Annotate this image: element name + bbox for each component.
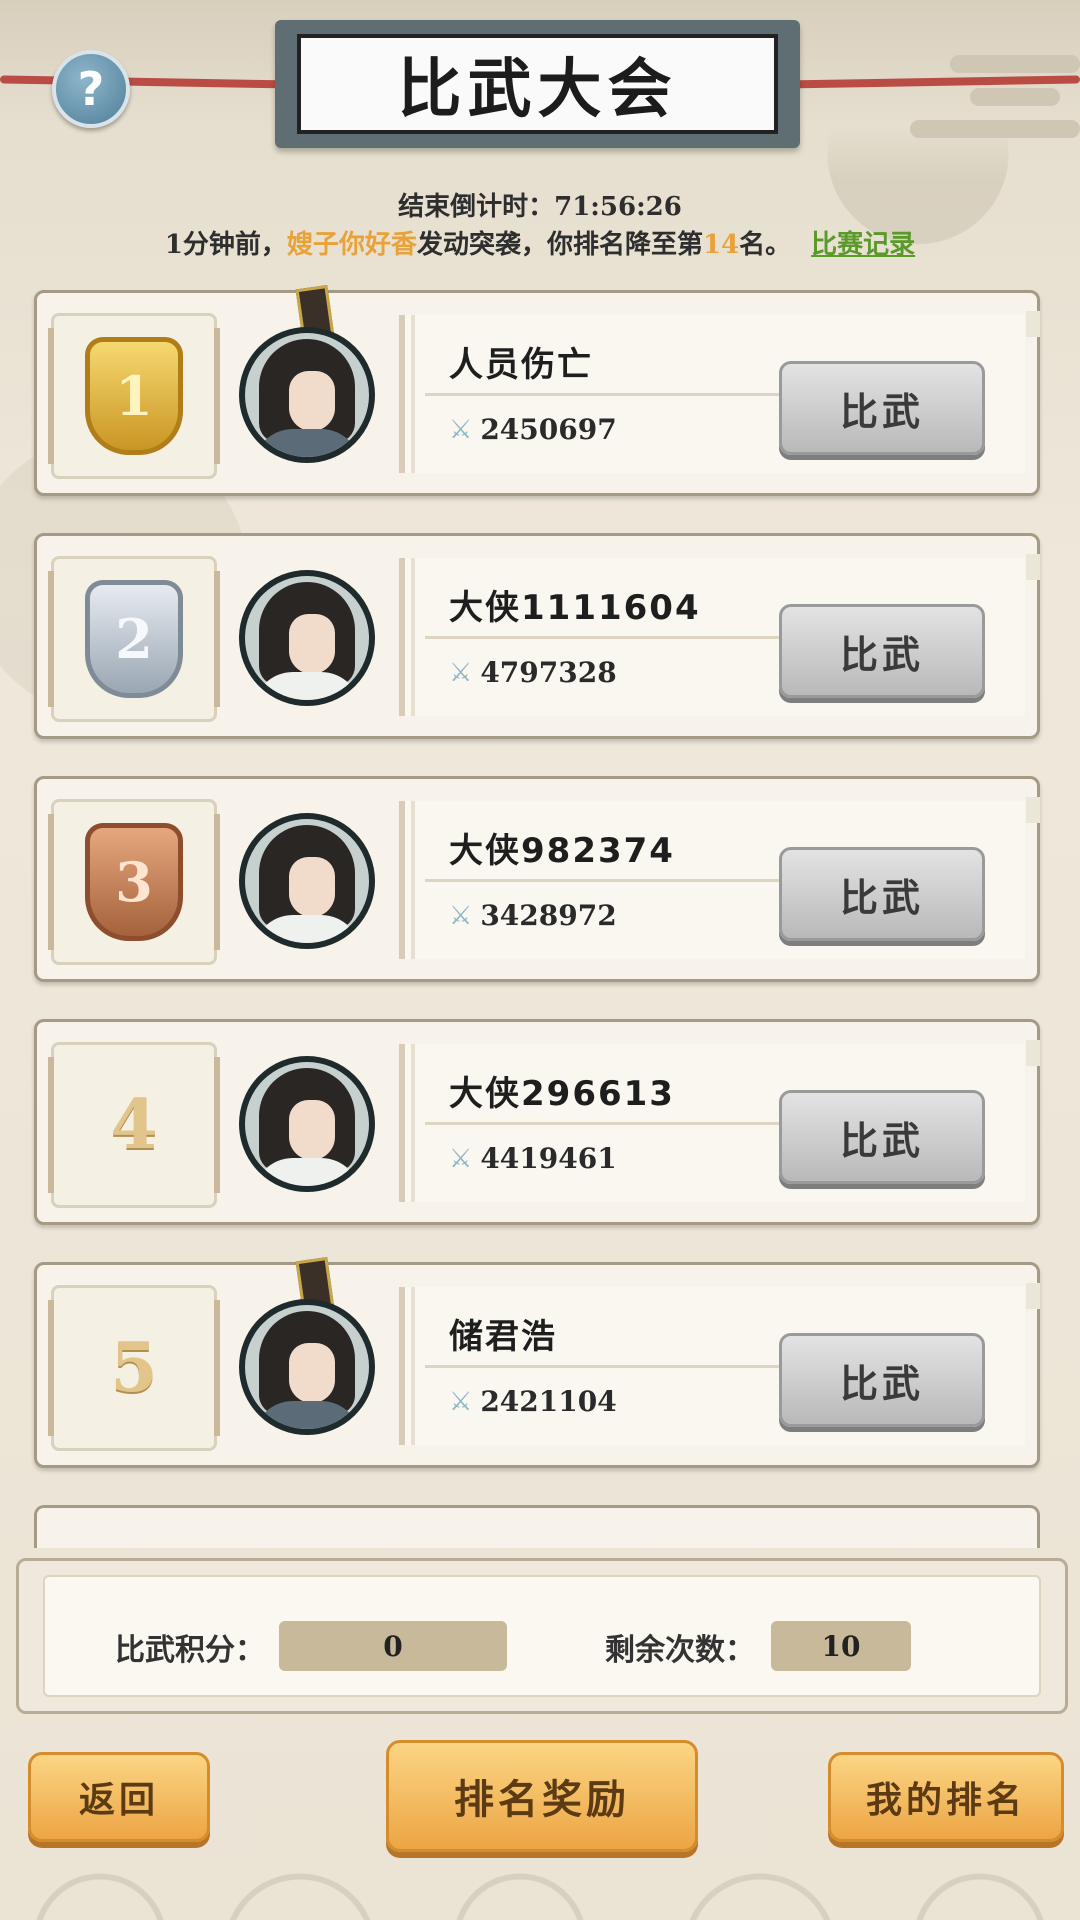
countdown-label: 结束倒计时： xyxy=(398,192,555,222)
challenge-button[interactable]: 比武 xyxy=(779,604,985,698)
divider xyxy=(425,1365,785,1368)
rank-number: 4 xyxy=(110,1085,158,1165)
power-row: ⚔ 4419461 xyxy=(449,1142,617,1175)
cloud-decoration xyxy=(910,120,1080,138)
ranking-card-3: 3 大侠982374 ⚔ 3428972 比武 xyxy=(34,776,1040,982)
rank-number: 5 xyxy=(110,1328,158,1408)
title-plaque: 比武大会 xyxy=(275,20,800,148)
power-row: ⚔ 4797328 xyxy=(449,656,617,689)
crossed-swords-icon: ⚔ xyxy=(449,1143,473,1174)
points-value: 0 xyxy=(279,1621,507,1671)
player-info: 大侠982374 ⚔ 3428972 比武 xyxy=(399,801,1025,959)
score-panel: 比武积分： 0 剩余次数： 10 xyxy=(16,1558,1068,1714)
rank-badge-box: 1 xyxy=(48,313,220,479)
card-notch xyxy=(1026,797,1040,823)
divider xyxy=(425,1122,785,1125)
player-info: 储君浩 ⚔ 2421104 比武 xyxy=(399,1287,1025,1445)
power-value: 4797328 xyxy=(480,656,617,689)
card-notch xyxy=(1026,1283,1040,1309)
ranking-card-4: 4 大侠296613 ⚔ 4419461 比武 xyxy=(34,1019,1040,1225)
avatar[interactable] xyxy=(239,570,375,706)
avatar[interactable] xyxy=(239,327,375,463)
bronze-medal-icon: 3 xyxy=(85,823,183,941)
power-value: 2450697 xyxy=(480,413,617,446)
crossed-swords-icon: ⚔ xyxy=(449,414,473,445)
divider xyxy=(425,636,785,639)
countdown-value: 71:56:26 xyxy=(554,192,682,222)
points-label: 比武积分： xyxy=(115,1633,265,1668)
card-notch xyxy=(1026,1040,1040,1066)
crossed-swords-icon: ⚔ xyxy=(449,657,473,688)
challenge-button[interactable]: 比武 xyxy=(779,1090,985,1184)
ranking-card-partial xyxy=(34,1505,1040,1548)
power-row: ⚔ 3428972 xyxy=(449,899,617,932)
crossed-swords-icon: ⚔ xyxy=(449,900,473,931)
my-ranking-button[interactable]: 我的排名 xyxy=(828,1752,1064,1842)
news-time: 1分钟前， xyxy=(164,230,287,260)
player-info: 人员伤亡 ⚔ 2450697 比武 xyxy=(399,315,1025,473)
news-attacker: 嫂子你好香 xyxy=(286,230,417,260)
avatar[interactable] xyxy=(239,1056,375,1192)
remaining-label: 剩余次数： xyxy=(605,1633,755,1668)
countdown: 结束倒计时：71:56:26 xyxy=(0,186,1080,223)
ranking-card-2: 2 大侠1111604 ⚔ 4797328 比武 xyxy=(34,533,1040,739)
card-notch xyxy=(1026,554,1040,580)
news-rank: 14 xyxy=(702,230,740,260)
rank-badge-box: 2 xyxy=(48,556,220,722)
power-row: ⚔ 2421104 xyxy=(449,1385,617,1418)
avatar[interactable] xyxy=(239,813,375,949)
gold-medal-icon: 1 xyxy=(85,337,183,455)
news-action: 发动突袭，你排名降至第 xyxy=(416,230,703,260)
challenge-button[interactable]: 比武 xyxy=(779,847,985,941)
news-suffix: 名。 xyxy=(739,230,792,260)
player-name: 大侠982374 xyxy=(449,831,675,871)
challenge-button[interactable]: 比武 xyxy=(779,361,985,455)
player-name: 大侠1111604 xyxy=(449,588,701,628)
player-name: 储君浩 xyxy=(449,1317,557,1357)
title-frame: 比武大会 xyxy=(297,34,778,134)
score-panel-inner: 比武积分： 0 剩余次数： 10 xyxy=(43,1575,1041,1697)
power-row: ⚔ 2450697 xyxy=(449,413,617,446)
back-button[interactable]: 返回 xyxy=(28,1752,210,1842)
power-value: 4419461 xyxy=(480,1142,617,1175)
ranking-rewards-button[interactable]: 排名奖励 xyxy=(386,1740,698,1852)
cloud-decoration xyxy=(970,88,1060,106)
crossed-swords-icon: ⚔ xyxy=(449,1386,473,1417)
ranking-card-1: 1 人员伤亡 ⚔ 2450697 比武 xyxy=(34,285,1040,496)
ranking-card-5: 5 储君浩 ⚔ 2421104 比武 xyxy=(34,1257,1040,1468)
help-button[interactable]: ? xyxy=(52,50,130,128)
rank-badge-box: 5 xyxy=(48,1285,220,1451)
player-name: 大侠296613 xyxy=(449,1074,675,1114)
remaining-value: 10 xyxy=(771,1621,911,1671)
player-name: 人员伤亡 xyxy=(449,345,593,385)
silver-medal-icon: 2 xyxy=(85,580,183,698)
cloud-decoration xyxy=(950,55,1080,73)
match-record-link[interactable]: 比赛记录 xyxy=(811,230,915,260)
power-value: 2421104 xyxy=(480,1385,617,1418)
page-title: 比武大会 xyxy=(397,52,678,127)
rank-badge-box: 3 xyxy=(48,799,220,965)
card-notch xyxy=(1026,311,1040,337)
player-info: 大侠296613 ⚔ 4419461 比武 xyxy=(399,1044,1025,1202)
news-ticker: 1分钟前，嫂子你好香发动突袭，你排名降至第14名。 比赛记录 xyxy=(0,224,1080,261)
divider xyxy=(425,393,785,396)
divider xyxy=(425,879,785,882)
power-value: 3428972 xyxy=(480,899,617,932)
challenge-button[interactable]: 比武 xyxy=(779,1333,985,1427)
avatar[interactable] xyxy=(239,1299,375,1435)
question-icon: ? xyxy=(77,62,105,116)
rank-badge-box: 4 xyxy=(48,1042,220,1208)
player-info: 大侠1111604 ⚔ 4797328 比武 xyxy=(399,558,1025,716)
